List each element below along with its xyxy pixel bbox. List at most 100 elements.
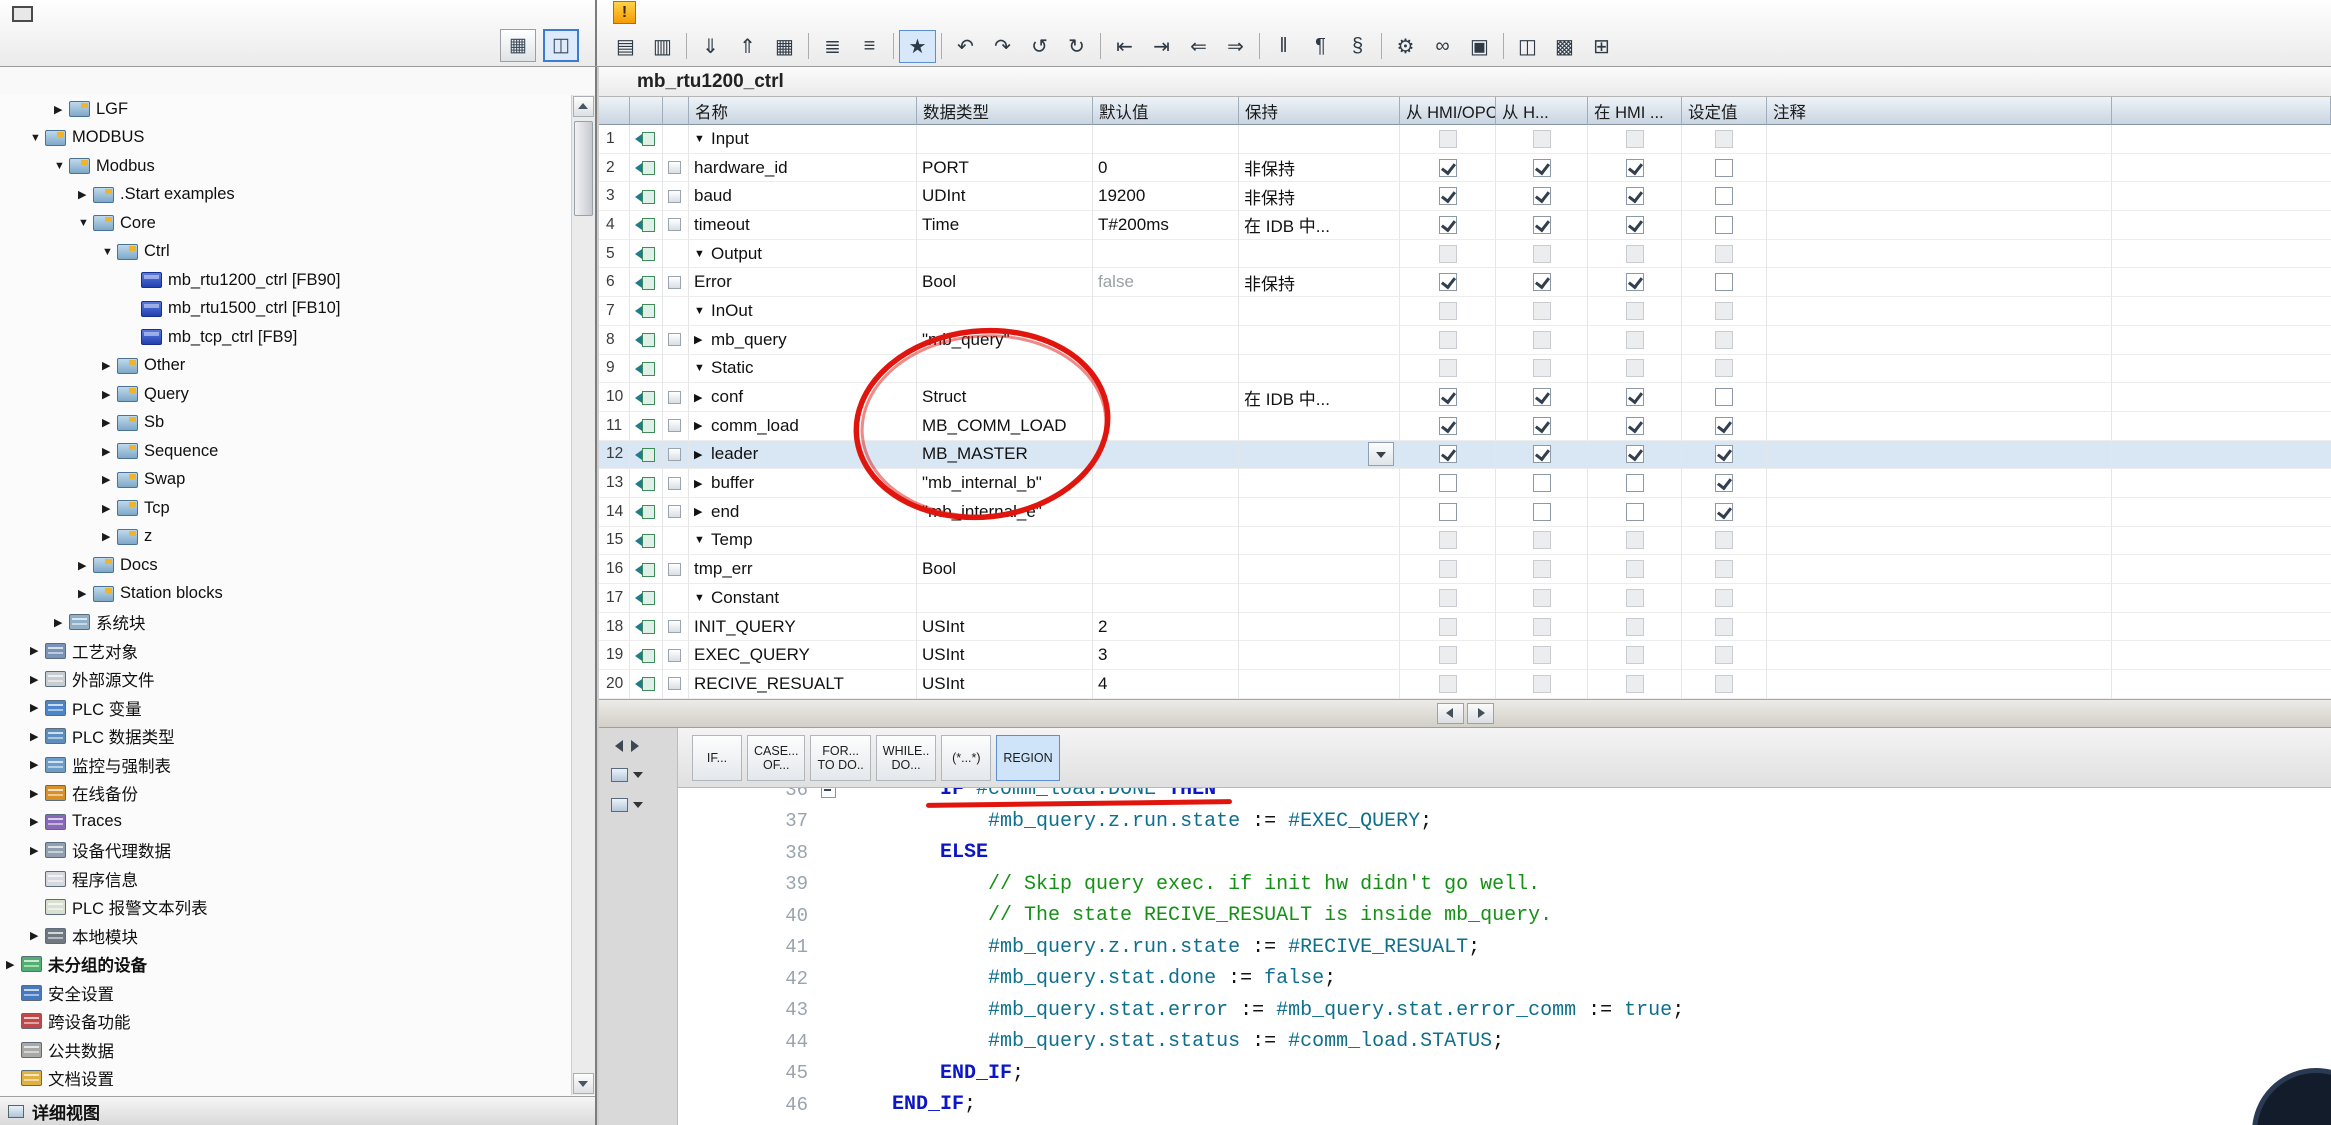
member-default-value[interactable]: 0 xyxy=(1093,154,1239,183)
member-name[interactable]: ▼Constant xyxy=(689,584,917,613)
add-row-icon[interactable]: ▥ xyxy=(644,30,681,63)
column-header-8[interactable]: 从 H... xyxy=(1496,97,1588,125)
member-default-value[interactable] xyxy=(1093,498,1239,527)
member-default-value[interactable] xyxy=(1093,297,1239,326)
setpoint-checkbox[interactable] xyxy=(1715,417,1733,435)
member-data-type[interactable]: Bool xyxy=(917,555,1093,584)
undo-icon[interactable]: ↶ xyxy=(947,30,984,63)
member-handle-icon[interactable] xyxy=(668,505,681,518)
member-comment[interactable] xyxy=(1767,498,2112,527)
member-data-type[interactable]: "mb_internal_e" xyxy=(917,498,1093,527)
from-hmi-checkbox[interactable] xyxy=(1533,216,1551,234)
member-default-value[interactable] xyxy=(1093,469,1239,498)
from-hmi-checkbox[interactable] xyxy=(1533,417,1551,435)
member-data-type[interactable]: Bool xyxy=(917,268,1093,297)
code-line[interactable]: 44 #mb_query.stat.status := #comm_load.S… xyxy=(678,1026,2331,1058)
display-tool-dropdown[interactable] xyxy=(599,782,677,812)
member-default-value[interactable]: T#200ms xyxy=(1093,211,1239,240)
variable-row[interactable]: 2hardware_idPORT0非保持 xyxy=(599,154,2331,183)
member-name[interactable]: ▶mb_query xyxy=(689,326,917,355)
member-data-type[interactable]: USInt xyxy=(917,641,1093,670)
member-name[interactable]: tmp_err xyxy=(689,555,917,584)
collapse-arrow-icon[interactable]: ▼ xyxy=(694,248,711,260)
indent-icon[interactable]: ⇥ xyxy=(1143,30,1180,63)
expand-arrow-icon[interactable]: ▶ xyxy=(30,758,45,771)
hmi-opc-checkbox[interactable] xyxy=(1439,159,1457,177)
member-default-value[interactable] xyxy=(1093,441,1239,470)
view-tool-dropdown[interactable] xyxy=(599,752,677,782)
member-data-type[interactable]: Struct xyxy=(917,383,1093,412)
expand-arrow-icon[interactable]: ▶ xyxy=(102,359,117,372)
member-handle-icon[interactable] xyxy=(668,419,681,432)
variable-row[interactable]: 5▼Output xyxy=(599,240,2331,269)
member-default-value[interactable]: 2 xyxy=(1093,613,1239,642)
collapse-all-icon[interactable]: ≡ xyxy=(851,30,888,63)
expand-arrow-icon[interactable]: ▶ xyxy=(54,616,69,629)
member-retain-setting[interactable]: 在 IDB 中... xyxy=(1239,383,1400,412)
column-header-5[interactable]: 默认值 xyxy=(1093,97,1239,125)
member-name[interactable]: RECIVE_RESUALT xyxy=(689,670,917,699)
member-data-type[interactable] xyxy=(917,355,1093,384)
nav-left-icon[interactable] xyxy=(615,740,623,752)
navigate-back-icon[interactable]: ⇐ xyxy=(1180,30,1217,63)
expand-arrow-icon[interactable]: ▶ xyxy=(102,502,117,515)
member-retain-setting[interactable]: 在 IDB 中... xyxy=(1239,211,1400,240)
member-comment[interactable] xyxy=(1767,441,2112,470)
member-comment[interactable] xyxy=(1767,154,2112,183)
expand-arrow-icon[interactable]: ▶ xyxy=(30,844,45,857)
snapshot-values-icon[interactable]: ▦ xyxy=(766,30,803,63)
member-comment[interactable] xyxy=(1767,326,2112,355)
in-hmi-checkbox[interactable] xyxy=(1626,474,1644,492)
tree-item[interactable]: 安全设置 xyxy=(0,979,571,1008)
expand-arrow-icon[interactable]: ▶ xyxy=(6,958,21,971)
collapse-arrow-icon[interactable]: ▼ xyxy=(694,534,711,546)
in-hmi-checkbox[interactable] xyxy=(1626,273,1644,291)
member-data-type[interactable]: "mb_internal_b" xyxy=(917,469,1093,498)
tree-item[interactable]: ▶Tcp xyxy=(0,494,571,523)
member-handle-icon[interactable] xyxy=(668,218,681,231)
tree-item[interactable]: ▼Core xyxy=(0,209,571,238)
member-comment[interactable] xyxy=(1767,412,2112,441)
retain-dropdown-icon[interactable] xyxy=(1368,442,1394,466)
member-retain-setting[interactable] xyxy=(1239,240,1400,269)
member-handle-icon[interactable] xyxy=(668,190,681,203)
member-name[interactable]: ▶conf xyxy=(689,383,917,412)
member-default-value[interactable]: false xyxy=(1093,268,1239,297)
member-handle-icon[interactable] xyxy=(668,391,681,404)
code-line[interactable]: 42 #mb_query.stat.done := false; xyxy=(678,963,2331,995)
member-retain-setting[interactable] xyxy=(1239,412,1400,441)
member-handle-icon[interactable] xyxy=(668,161,681,174)
tree-item[interactable]: ▶Sb xyxy=(0,409,571,438)
insert-network-icon[interactable]: ⊞ xyxy=(1583,30,1620,63)
redo-icon[interactable]: ↷ xyxy=(984,30,1021,63)
code-line[interactable]: 36 IF #comm_load.DONE THEN xyxy=(678,788,2331,806)
grid-icon[interactable]: ▩ xyxy=(1546,30,1583,63)
code-line[interactable]: 37 #mb_query.z.run.state := #EXEC_QUERY; xyxy=(678,806,2331,838)
setpoint-checkbox[interactable] xyxy=(1715,445,1733,463)
member-handle-icon[interactable] xyxy=(668,477,681,490)
expand-arrow-icon[interactable]: ▶ xyxy=(694,333,711,346)
setpoint-checkbox[interactable] xyxy=(1715,159,1733,177)
in-hmi-checkbox[interactable] xyxy=(1626,159,1644,177)
member-name[interactable]: ▶end xyxy=(689,498,917,527)
member-retain-setting[interactable] xyxy=(1239,670,1400,699)
expand-arrow-icon[interactable]: ▶ xyxy=(102,530,117,543)
expand-arrow-icon[interactable]: ▶ xyxy=(30,787,45,800)
column-header-10[interactable]: 设定值 xyxy=(1682,97,1767,125)
code-editor[interactable]: 36 IF #comm_load.DONE THEN37 #mb_query.z… xyxy=(678,788,2331,1125)
tree-item[interactable]: ▶Docs xyxy=(0,551,571,580)
insert-row-icon[interactable]: ▤ xyxy=(607,30,644,63)
member-name[interactable]: timeout xyxy=(689,211,917,240)
tree-item[interactable]: ▶未分组的设备 xyxy=(0,950,571,979)
hmi-opc-checkbox[interactable] xyxy=(1439,474,1457,492)
in-hmi-checkbox[interactable] xyxy=(1626,445,1644,463)
member-comment[interactable] xyxy=(1767,355,2112,384)
expand-arrow-icon[interactable]: ▶ xyxy=(102,473,117,486)
member-handle-icon[interactable] xyxy=(668,620,681,633)
expand-arrow-icon[interactable]: ▶ xyxy=(78,559,93,572)
variable-row[interactable]: 13▶buffer"mb_internal_b" xyxy=(599,469,2331,498)
from-hmi-checkbox[interactable] xyxy=(1533,187,1551,205)
collapse-arrow-icon[interactable]: ▼ xyxy=(30,132,45,144)
tree-item[interactable]: ▼Ctrl xyxy=(0,238,571,267)
member-data-type[interactable]: USInt xyxy=(917,613,1093,642)
